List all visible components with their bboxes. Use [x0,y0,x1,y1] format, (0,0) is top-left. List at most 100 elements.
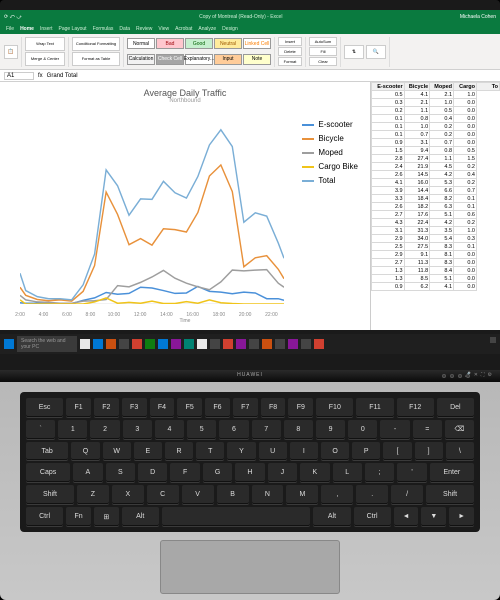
key-F12[interactable]: F12 [397,398,434,417]
tab-home[interactable]: Home [20,26,34,32]
key-J[interactable]: J [268,463,297,482]
key-3[interactable]: 3 [123,420,152,439]
key-/[interactable]: / [391,485,423,504]
key-\[interactable]: \ [446,442,474,461]
app-icon-g[interactable] [275,339,285,349]
key-►[interactable]: ► [449,507,474,526]
app-icon-f[interactable] [262,339,272,349]
find-button[interactable]: 🔍 [366,45,386,59]
cellstyle-exp[interactable]: Explanatory... [185,54,213,65]
app-icon-b[interactable] [210,339,220,349]
key-O[interactable]: O [321,442,349,461]
key-N[interactable]: N [252,485,284,504]
key-Ctrl[interactable]: Ctrl [26,507,63,526]
key-S[interactable]: S [106,463,135,482]
key-space[interactable] [162,507,311,526]
key-Enter[interactable]: Enter [430,463,474,482]
key-Caps[interactable]: Caps [26,463,70,482]
key-I[interactable]: I [290,442,318,461]
onenote-icon[interactable] [171,339,181,349]
format-button[interactable]: Format [278,57,302,66]
data-table[interactable]: E-scooterBicycleMopedCargoTo0.54.12.11.0… [370,82,500,330]
key-X[interactable]: X [112,485,144,504]
key-U[interactable]: U [259,442,287,461]
key-`[interactable]: ` [26,420,55,439]
app-icon-d[interactable] [236,339,246,349]
tab-design[interactable]: Design [222,26,238,32]
fill-button[interactable]: Fill [309,47,337,56]
key-2[interactable]: 2 [90,420,119,439]
tab-data[interactable]: Data [119,26,130,32]
key-Shift[interactable]: Shift [26,485,74,504]
name-box[interactable]: A1 [4,72,34,80]
app-icon-j[interactable] [314,339,324,349]
conditional-button[interactable]: Conditional Formatting [72,37,120,51]
mail-icon[interactable] [119,339,129,349]
key-T[interactable]: T [196,442,224,461]
cellstyle-neutral[interactable]: Neutral [214,38,242,49]
titlebar[interactable]: ⟳ ⤺ ⤻ Copy of Montreal (Read-Only) - Exc… [0,10,500,24]
key-F[interactable]: F [170,463,199,482]
tab-file[interactable]: File [6,26,14,32]
key-1[interactable]: 1 [58,420,87,439]
cellstyle-bad[interactable]: Bad [156,38,184,49]
key-D[interactable]: D [138,463,167,482]
wraptext-button[interactable]: Wrap Text [25,37,65,51]
key-E[interactable]: E [134,442,162,461]
cellstyle-linked[interactable]: Linked Cell [243,38,271,49]
key-Shift[interactable]: Shift [426,485,474,504]
key-.[interactable]: . [356,485,388,504]
tab-acrobat[interactable]: Acrobat [175,26,192,32]
autosum-button[interactable]: AutoSum [309,37,337,46]
trackpad[interactable] [160,540,340,594]
key-F10[interactable]: F10 [316,398,353,417]
formatastable-button[interactable]: Format as Table [72,52,120,66]
excel-icon[interactable] [145,339,155,349]
key-Ctrl[interactable]: Ctrl [354,507,391,526]
key-5[interactable]: 5 [187,420,216,439]
key-Del[interactable]: Del [437,398,474,417]
cellstyle-input[interactable]: Input [214,54,242,65]
tab-analyze[interactable]: Analyze [198,26,216,32]
app-icon-h[interactable] [288,339,298,349]
app-icon-e[interactable] [249,339,259,349]
tab-formulas[interactable]: Formulas [93,26,114,32]
tray-icon[interactable] [490,337,496,343]
taskview-icon[interactable] [80,339,90,349]
key-;[interactable]: ; [365,463,394,482]
key-R[interactable]: R [165,442,193,461]
key-B[interactable]: B [217,485,249,504]
start-button[interactable] [4,339,14,349]
key-▼[interactable]: ▼ [421,507,446,526]
key-F9[interactable]: F9 [288,398,313,417]
insert-button[interactable]: Insert [278,37,302,46]
key-H[interactable]: H [235,463,264,482]
key-F5[interactable]: F5 [177,398,202,417]
key-8[interactable]: 8 [284,420,313,439]
cellstyle-good[interactable]: Good [185,38,213,49]
key-=[interactable]: = [413,420,442,439]
key-Esc[interactable]: Esc [26,398,63,417]
key-0[interactable]: 0 [348,420,377,439]
paste-button[interactable]: 📋 [4,45,18,59]
tab-view[interactable]: View [158,26,169,32]
key-F1[interactable]: F1 [66,398,91,417]
key-G[interactable]: G [203,463,232,482]
key-][interactable]: ] [415,442,443,461]
chart[interactable]: Average Daily Traffic Northbound E-scoot… [6,88,364,324]
word-icon[interactable] [158,339,168,349]
key-4[interactable]: 4 [155,420,184,439]
key-6[interactable]: 6 [219,420,248,439]
tab-review[interactable]: Review [136,26,152,32]
merge-button[interactable]: Merge & Center [25,52,65,66]
sort-button[interactable]: ⇅ [344,45,364,59]
key-'[interactable]: ' [397,463,426,482]
app-icon-i[interactable] [301,339,311,349]
key-Q[interactable]: Q [71,442,99,461]
key-W[interactable]: W [103,442,131,461]
key-Alt[interactable]: Alt [313,507,350,526]
key-F7[interactable]: F7 [233,398,258,417]
key-Tab[interactable]: Tab [26,442,68,461]
key-A[interactable]: A [73,463,102,482]
key-P[interactable]: P [352,442,380,461]
